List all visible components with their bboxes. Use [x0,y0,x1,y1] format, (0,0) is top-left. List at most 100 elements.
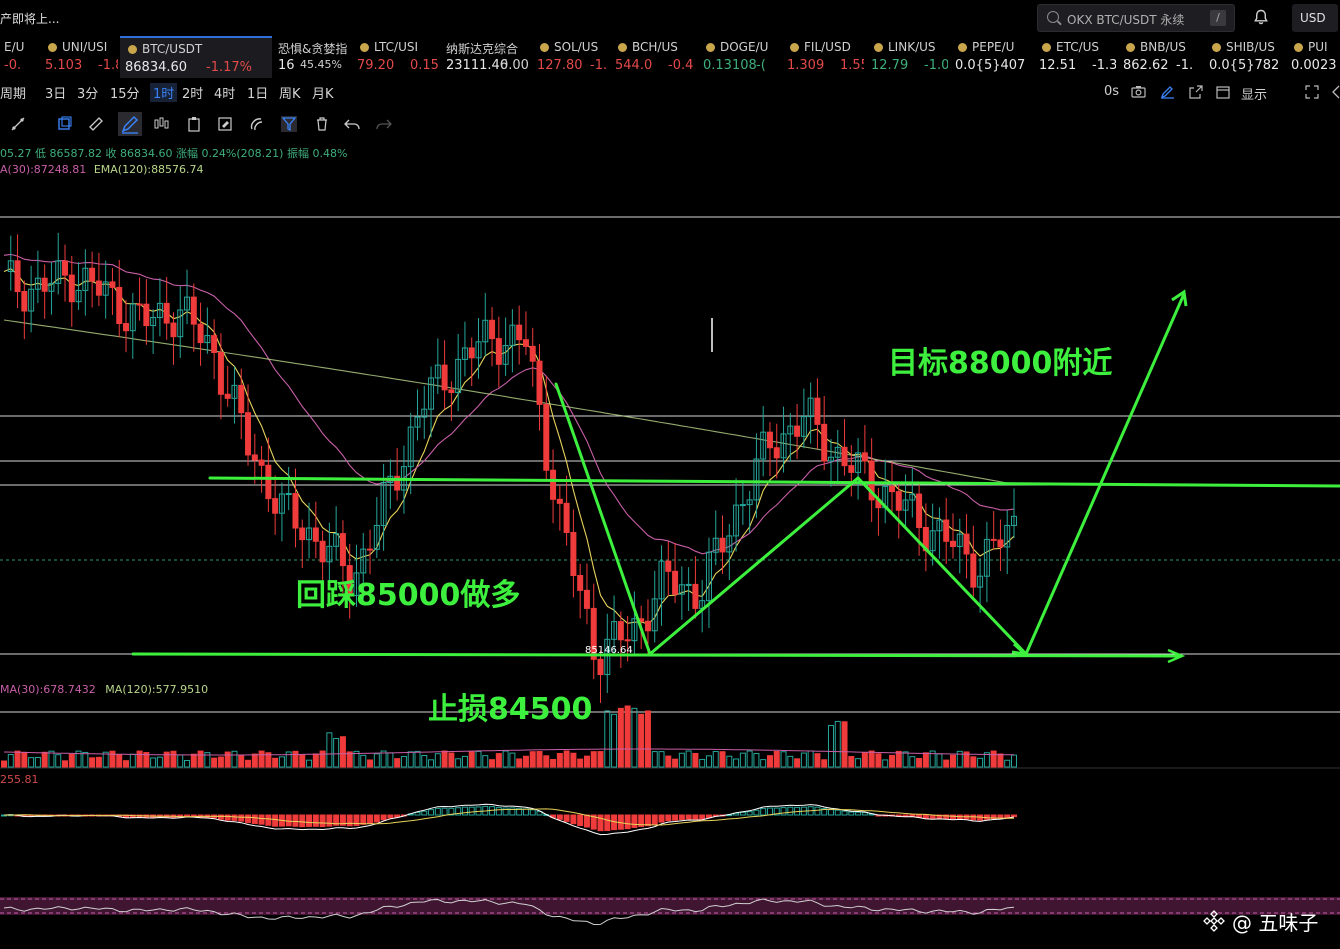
volume-bar [7,754,14,768]
candle-body [367,548,374,551]
macd-histogram-bar [265,814,272,826]
volume-bar [62,760,69,768]
volume-bar [184,759,191,768]
volume-bar [638,713,645,768]
volume-bar [855,758,862,768]
volume-bar [434,753,441,768]
volume-bar [428,759,435,768]
volume-bar [489,759,496,768]
volume-bar [407,751,414,768]
candle-body [339,533,346,567]
macd-histogram-bar [746,811,753,816]
long-entry-annotation: 回踩85000做多 [296,578,521,613]
candle-body [163,302,170,324]
volume-bar [197,750,204,768]
macd-histogram-bar [326,814,333,827]
macd-histogram-bar [848,811,855,816]
volume-bar [217,756,224,768]
volume-bar [400,756,407,768]
candle-body [556,498,563,504]
volume-bar [258,750,265,768]
volume-bar [95,756,102,768]
candle-body [217,351,224,395]
volume-bar [861,752,868,768]
volume-bar [780,751,787,768]
volume-bar [543,755,550,768]
macd-histogram-bar [346,814,353,827]
macd-histogram-bar [387,814,394,819]
candle-body [468,347,475,359]
macd-histogram-bar [644,814,651,827]
volume-bar [563,750,570,768]
volume-bar [672,758,679,768]
macd-histogram-bar [251,814,258,825]
macd-histogram-bar [916,814,923,818]
stop-loss-annotation: 止损84500 [428,692,593,727]
candle-body [624,639,631,642]
candle-body [170,322,177,338]
volume-bar [807,750,814,768]
candle-body [285,493,292,496]
macd-histogram-bar [814,806,821,816]
candle-body [841,446,848,467]
candle-body [794,425,801,437]
macd-histogram-bar [766,807,773,816]
macd-histogram-bar [414,811,421,816]
volume-bar [441,750,448,768]
volume-bar [773,750,780,768]
candle-body [543,403,550,471]
candle-body [312,527,319,542]
macd-legend: 255.81 [0,773,39,786]
volume-bar [231,750,238,768]
volume-bar [55,754,62,768]
price-chart[interactable] [0,0,1340,949]
candle-body [773,447,780,459]
volume-bar [705,755,712,768]
volume-bar [590,751,597,768]
volume-bar [760,759,767,768]
macd-histogram-bar [739,811,746,816]
candle-body [583,589,590,609]
macd-histogram-bar [563,814,570,822]
volume-bar [455,758,462,768]
candle-body [536,360,543,405]
volume-bar [238,754,245,768]
volume-bar [367,759,374,768]
candle-body [597,658,604,676]
volume-bar [882,759,889,768]
low-price-label: 85146.64 [585,645,633,656]
macd-histogram-bar [509,807,516,816]
volume-bar [699,758,706,768]
macd-histogram-bar [672,814,679,821]
volume-bar [278,756,285,768]
volume-bar [468,751,475,768]
macd-histogram-bar [1011,814,1017,818]
macd-histogram-bar [692,814,699,820]
macd-histogram-bar [380,814,387,821]
volume-bar [665,755,672,768]
volume-bar [251,753,258,768]
volume-bar [339,736,346,768]
volume-bar [834,720,841,768]
volume-bar [82,751,89,768]
volume-bar [1,760,7,768]
candle-body [570,531,577,577]
volume-bar [421,755,428,768]
macd-histogram-bar [306,814,313,827]
candle-body [211,335,218,353]
candle-body [861,452,868,462]
candle-body [95,280,102,296]
volume-bar [509,752,516,768]
candle-body [41,277,48,292]
volume-bar [753,753,760,768]
macd-histogram-bar [428,809,435,816]
macd-histogram-bar [855,811,862,816]
volume-bar [536,751,543,768]
volume-bar [373,753,380,768]
candle-body [143,303,150,327]
volume-bar [156,756,163,768]
candle-body [68,274,75,303]
volume-bar [89,757,96,768]
volume-bar [644,710,651,768]
candle-body [123,323,130,332]
